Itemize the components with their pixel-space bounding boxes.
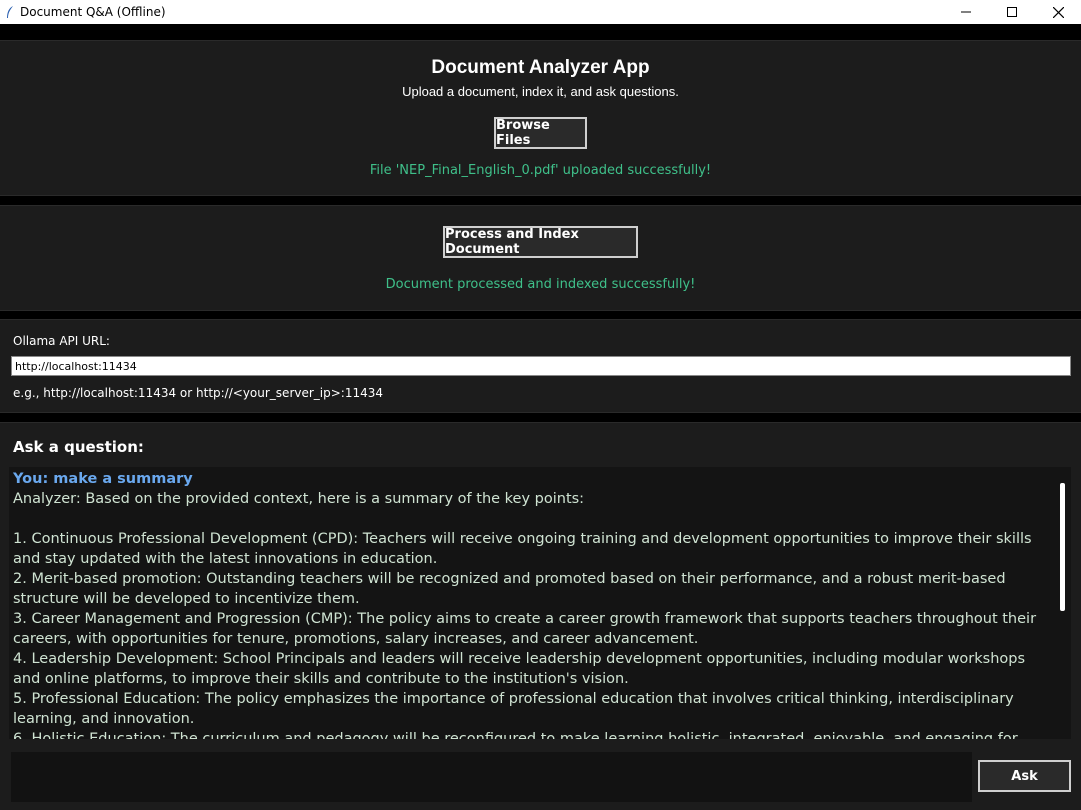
response-point: 6. Holistic Education: The curriculum an… <box>13 731 1018 739</box>
chat-log[interactable]: You: make a summary Analyzer: Based on t… <box>9 467 1055 739</box>
maximize-icon[interactable] <box>989 0 1035 24</box>
response-point: 5. Professional Education: The policy em… <box>13 691 1014 727</box>
response-point: 4. Leadership Development: School Princi… <box>13 651 1026 687</box>
app-heading: Document Analyzer App <box>431 57 650 78</box>
response-point: 2. Merit-based promotion: Outstanding te… <box>13 571 1006 607</box>
process-index-button[interactable]: Process and Index Document <box>443 226 638 258</box>
process-panel: Process and Index Document Document proc… <box>0 205 1081 311</box>
response-point: 3. Career Management and Progression (CM… <box>13 611 1037 647</box>
response-point: 1. Continuous Professional Development (… <box>13 531 1032 567</box>
feather-icon <box>0 5 20 19</box>
response-intro: Analyzer: Based on the provided context,… <box>13 491 585 507</box>
app-subtitle: Upload a document, index it, and ask que… <box>402 84 679 99</box>
ask-button[interactable]: Ask <box>978 760 1071 792</box>
close-icon[interactable] <box>1035 0 1081 24</box>
user-message: You: make a summary <box>13 471 193 487</box>
api-url-hint: e.g., http://localhost:11434 or http://<… <box>13 386 384 400</box>
window-title: Document Q&A (Offline) <box>20 5 166 19</box>
upload-status: File 'NEP_Final_English_0.pdf' uploaded … <box>369 163 712 178</box>
upload-panel: Document Analyzer App Upload a document,… <box>0 40 1081 196</box>
api-url-input[interactable] <box>11 356 1071 376</box>
minimize-icon[interactable] <box>943 0 989 24</box>
question-input[interactable] <box>11 752 972 802</box>
api-url-label: Ollama API URL: <box>13 334 110 348</box>
scrollbar-thumb[interactable] <box>1060 483 1065 611</box>
title-bar: Document Q&A (Offline) <box>0 0 1081 24</box>
app-window: Document Q&A (Offline) Document Analyzer… <box>0 0 1081 810</box>
chat-scrollbar[interactable] <box>1055 467 1071 739</box>
browse-files-button[interactable]: Browse Files <box>494 117 587 149</box>
ask-question-label: Ask a question: <box>13 438 144 456</box>
process-status: Document processed and indexed successfu… <box>385 277 696 292</box>
